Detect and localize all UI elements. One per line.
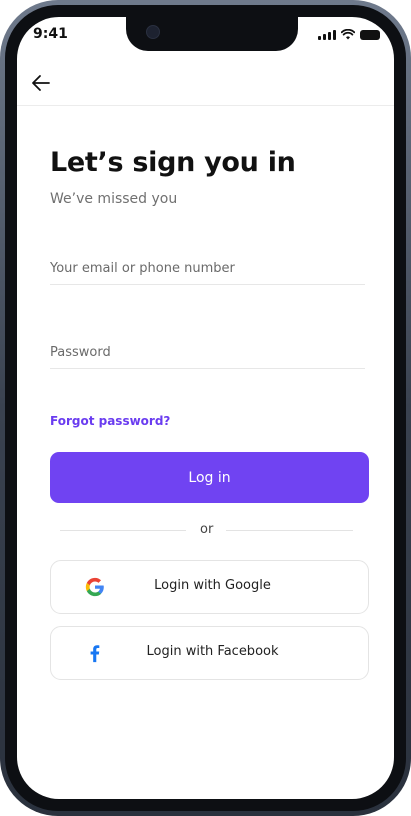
divider-right — [226, 530, 353, 531]
login-with-google-button[interactable]: Login with Google — [50, 560, 369, 614]
divider-left — [60, 530, 186, 531]
email-field[interactable] — [50, 254, 365, 282]
screen: 9:41 Let’s sign you in We’ve missed you … — [17, 17, 394, 799]
signal-icon — [318, 29, 336, 40]
nav-bar — [17, 61, 394, 106]
page-title: Let’s sign you in — [50, 147, 296, 178]
or-divider-label: or — [200, 522, 214, 537]
email-field-wrapper — [50, 254, 365, 285]
facebook-button-label: Login with Facebook — [146, 644, 279, 659]
google-button-label: Login with Google — [154, 578, 271, 593]
login-with-facebook-button[interactable]: Login with Facebook — [50, 626, 369, 680]
wifi-icon — [341, 29, 355, 40]
camera-icon — [146, 25, 160, 39]
login-button[interactable]: Log in — [50, 452, 369, 503]
password-field[interactable] — [50, 338, 365, 366]
page-subtitle: We’ve missed you — [50, 191, 178, 207]
phone-bezel: 9:41 Let’s sign you in We’ve missed you … — [5, 5, 406, 811]
battery-icon — [360, 29, 380, 40]
status-time: 9:41 — [33, 26, 68, 42]
notch — [126, 17, 298, 51]
status-icons — [318, 29, 380, 40]
arrow-left-icon[interactable] — [29, 71, 53, 95]
phone-frame: 9:41 Let’s sign you in We’ve missed you … — [0, 0, 411, 816]
forgot-password-link[interactable]: Forgot password? — [50, 414, 170, 428]
password-field-wrapper — [50, 338, 365, 369]
